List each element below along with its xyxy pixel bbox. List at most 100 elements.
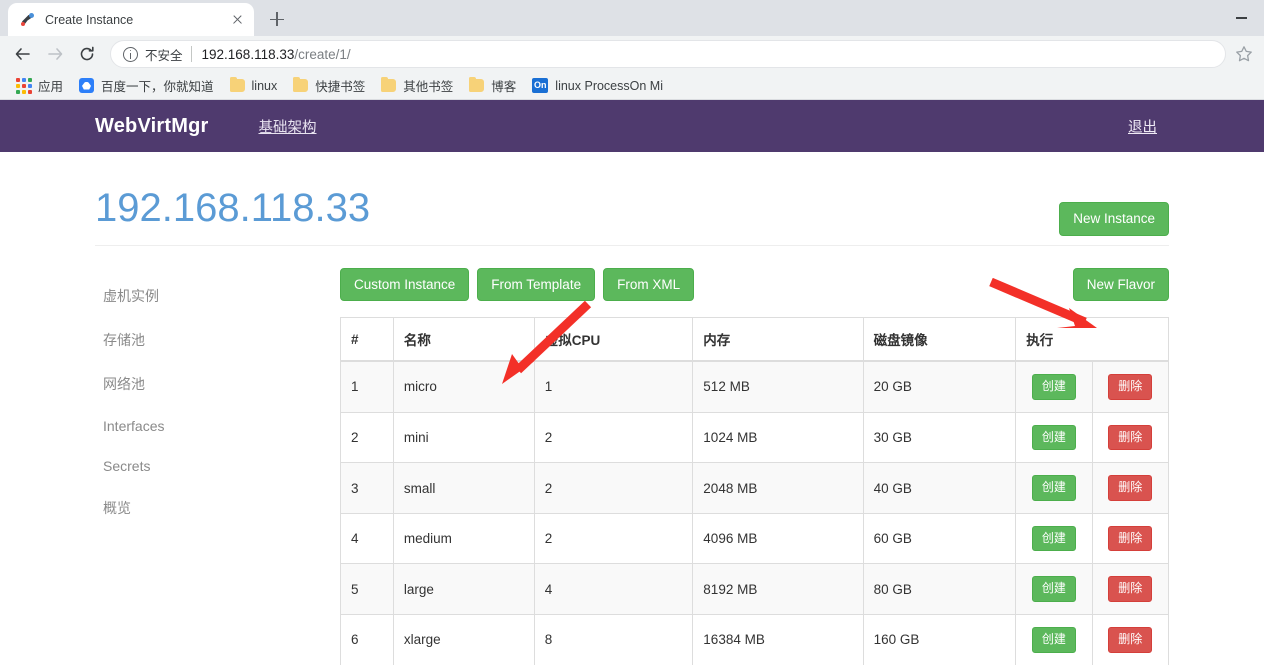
page-content: WebVirtMgr 基础架构 退出 192.168.118.33 New In…: [0, 100, 1264, 665]
cell-delete-action: 删除: [1091, 360, 1170, 413]
instance-source-toolbar: Custom Instance From Template From XML N…: [340, 267, 1169, 302]
app-navbar: WebVirtMgr 基础架构 退出: [0, 100, 1264, 152]
cell-create-action: 创建: [1015, 614, 1093, 665]
delete-button[interactable]: 删除: [1108, 374, 1153, 400]
folder-icon: [381, 76, 397, 92]
cell-disk: 160 GB: [862, 614, 1017, 665]
create-button[interactable]: 创建: [1031, 424, 1076, 451]
nav-item-logout[interactable]: 退出: [1116, 120, 1169, 136]
from-xml-button[interactable]: From XML: [603, 267, 695, 302]
table-header-row: # 名称 虚拟CPU 内存 磁盘镜像 执行: [340, 317, 1169, 363]
cell-name: medium: [392, 512, 535, 565]
reload-icon[interactable]: [72, 39, 102, 69]
bookmark-apps[interactable]: 应用: [8, 74, 71, 98]
new-flavor-button[interactable]: New Flavor: [1072, 267, 1169, 302]
sidebar-item-storage-pools[interactable]: 存储池: [95, 318, 340, 362]
table-head: # 名称 虚拟CPU 内存 磁盘镜像 执行: [340, 317, 1169, 363]
cell-vcpu: 2: [533, 411, 694, 464]
address-bar[interactable]: 不安全 192.168.118.33/create/1/: [110, 40, 1226, 68]
bookmark-baidu[interactable]: 百度一下，你就知道: [71, 74, 222, 98]
bookmark-blog-folder[interactable]: 博客: [461, 74, 524, 98]
bookmark-star-icon[interactable]: [1234, 44, 1254, 64]
cell-index: 6: [340, 614, 394, 665]
browser-tab[interactable]: Create Instance: [8, 3, 254, 36]
back-icon[interactable]: [8, 39, 38, 69]
cell-memory: 512 MB: [692, 360, 864, 413]
cell-vcpu: 4: [533, 563, 694, 616]
main-column: Custom Instance From Template From XML N…: [340, 267, 1170, 665]
create-button[interactable]: 创建: [1031, 374, 1076, 400]
content-row: 虚机实例 存储池 网络池 Interfaces Secrets 概览 Custo…: [95, 246, 1170, 665]
cell-vcpu: 2: [533, 462, 694, 514]
cell-disk: 80 GB: [862, 563, 1017, 616]
folder-icon: [469, 76, 485, 92]
from-template-button[interactable]: From Template: [477, 267, 596, 302]
delete-button[interactable]: 删除: [1108, 525, 1153, 552]
cell-create-action: 创建: [1015, 360, 1093, 413]
folder-icon: [229, 76, 245, 92]
cell-index: 4: [340, 512, 394, 565]
baidu-icon: [79, 78, 95, 93]
bookmark-processon[interactable]: On linux ProcessOn Mi: [524, 74, 671, 98]
bookmark-label: 博客: [491, 80, 517, 94]
cell-index: 1: [340, 360, 394, 413]
bookmark-quick-folder[interactable]: 快捷书签: [285, 74, 373, 98]
bookmarks-bar: 应用 百度一下，你就知道 linux 快捷书签 其他书签 博客 On linux…: [0, 72, 1264, 100]
nav-item-infrastructure[interactable]: 基础架构: [247, 116, 329, 137]
delete-button[interactable]: 删除: [1108, 576, 1153, 603]
create-button[interactable]: 创建: [1031, 627, 1076, 653]
close-icon[interactable]: [229, 11, 246, 28]
bookmark-other-folder[interactable]: 其他书签: [373, 74, 461, 98]
toolbar-right: New Flavor: [1072, 267, 1169, 302]
info-icon[interactable]: [123, 46, 138, 62]
column-header-actions: 执行: [1015, 317, 1169, 363]
cell-create-action: 创建: [1015, 512, 1093, 565]
bookmark-label: 快捷书签: [315, 80, 366, 94]
create-button[interactable]: 创建: [1031, 525, 1076, 552]
new-instance-button[interactable]: New Instance: [1059, 202, 1169, 236]
cell-name: xlarge: [392, 614, 535, 665]
column-header-index: #: [340, 317, 394, 363]
create-button[interactable]: 创建: [1031, 475, 1076, 501]
cell-vcpu: 1: [533, 360, 694, 413]
bookmark-label: 百度一下，你就知道: [101, 80, 214, 94]
bookmark-label: linux ProcessOn Mi: [555, 78, 663, 93]
header-actions: New Instance: [1059, 180, 1169, 236]
cell-memory: 1024 MB: [692, 411, 864, 464]
table-row: 1 micro 1 512 MB 20 GB 创建 删除: [340, 360, 1170, 413]
column-header-disk: 磁盘镜像: [862, 317, 1017, 363]
cell-disk: 20 GB: [862, 360, 1017, 413]
sidebar-item-overview[interactable]: 概览: [95, 486, 340, 530]
forward-icon[interactable]: [40, 39, 70, 69]
minimize-icon[interactable]: [1218, 0, 1264, 36]
processon-icon: On: [532, 78, 549, 93]
delete-button[interactable]: 删除: [1108, 627, 1153, 653]
cell-delete-action: 删除: [1091, 614, 1170, 665]
bookmark-label: 其他书签: [403, 80, 454, 94]
cell-vcpu: 8: [533, 614, 694, 665]
create-button[interactable]: 创建: [1031, 576, 1076, 603]
app-brand[interactable]: WebVirtMgr: [95, 115, 209, 138]
custom-instance-button[interactable]: Custom Instance: [340, 267, 470, 302]
window-controls: [1218, 0, 1264, 36]
url-host: 192.168.118.33: [201, 46, 295, 62]
sidebar-item-interfaces[interactable]: Interfaces: [95, 406, 340, 446]
cell-delete-action: 删除: [1091, 512, 1170, 565]
browser-tab-title: Create Instance: [45, 12, 134, 27]
bookmark-linux-folder[interactable]: linux: [222, 74, 286, 98]
table-row: 3 small 2 2048 MB 40 GB 创建 删除: [340, 462, 1170, 514]
flavors-table: # 名称 虚拟CPU 内存 磁盘镜像 执行 1 micro 1 512 MB 2…: [340, 317, 1170, 665]
new-tab-icon[interactable]: [263, 5, 291, 33]
delete-button[interactable]: 删除: [1108, 475, 1153, 501]
bookmark-label: linux: [251, 78, 278, 93]
table-row: 2 mini 2 1024 MB 30 GB 创建 删除: [340, 411, 1170, 464]
sidebar-item-secrets[interactable]: Secrets: [95, 446, 340, 486]
cell-delete-action: 删除: [1091, 462, 1170, 514]
delete-button[interactable]: 删除: [1108, 424, 1153, 451]
sidebar-item-network-pools[interactable]: 网络池: [95, 362, 340, 406]
url-path: /create/1/: [294, 46, 351, 62]
sidebar-item-instances[interactable]: 虚机实例: [95, 274, 340, 318]
cell-index: 5: [340, 563, 394, 616]
apps-grid-icon: [16, 77, 32, 94]
cell-disk: 30 GB: [862, 411, 1017, 464]
